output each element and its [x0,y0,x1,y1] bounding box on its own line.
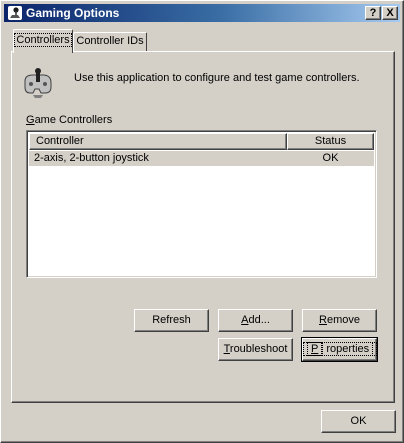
tab-controller-ids[interactable]: Controller IDs [73,32,147,52]
game-controllers-label-rest: ame Controllers [34,114,113,126]
gaming-options-window: Gaming Options ? X Controllers Controlle… [0,0,404,443]
game-controllers-label-mnemonic: G [26,114,35,126]
list-header: Controller Status [29,133,374,150]
game-controller-icon [24,68,52,98]
tab-controllers-label: Controllers [14,33,72,47]
ok-button[interactable]: OK [321,410,396,433]
remove-button[interactable]: Remove [302,309,377,332]
window-title: Gaming Options [26,6,120,20]
joystick-icon [8,6,22,20]
properties-button-mnemonic: P [307,342,323,356]
list-item[interactable]: 2-axis, 2-button joystick OK [29,151,374,166]
column-header-controller[interactable]: Controller [29,133,287,150]
refresh-button[interactable]: Refresh [134,309,209,332]
intro-text: Use this application to configure and te… [74,72,360,84]
list-item-controller: 2-axis, 2-button joystick [34,152,149,164]
add-button[interactable]: Add... [218,309,293,332]
troubleshoot-button-rest: roubleshoot [229,343,288,355]
tab-controllers[interactable]: Controllers [13,29,73,53]
troubleshoot-button[interactable]: Troubleshoot [218,338,293,361]
properties-button[interactable]: Properties [301,337,378,362]
properties-button-rest: roperties [322,342,374,356]
properties-button-text: Properties [303,342,378,356]
column-header-status[interactable]: Status [287,133,374,150]
remove-button-mnemonic: R [319,314,327,326]
remove-button-rest: emove [326,314,360,326]
add-button-rest: dd... [248,314,270,326]
game-controllers-list[interactable]: Controller Status 2-axis, 2-button joyst… [26,130,377,278]
help-button[interactable]: ? [365,6,381,20]
tab-controller-ids-label: Controller IDs [76,35,144,47]
list-item-status: OK [322,152,339,164]
close-button[interactable]: X [382,6,398,20]
game-controllers-label: Game Controllers [26,114,112,126]
title-bar[interactable]: Gaming Options ? X [4,4,400,22]
